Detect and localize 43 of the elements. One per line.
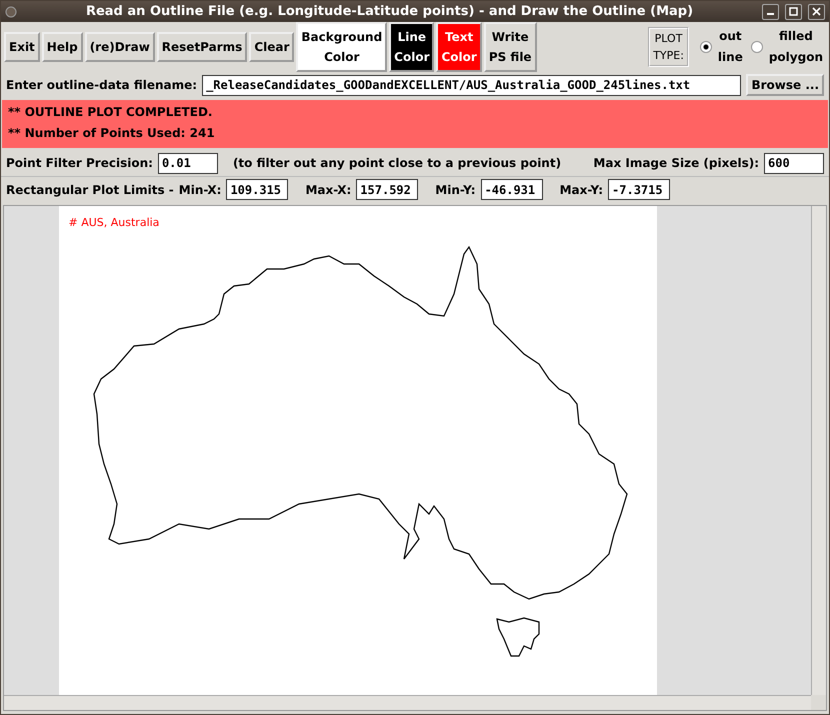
radio-button[interactable] xyxy=(750,41,763,53)
limit-field[interactable]: -7.3715 xyxy=(608,179,670,200)
browse-button[interactable]: Browse ... xyxy=(746,74,824,96)
precision-field[interactable]: 0.01 xyxy=(158,152,218,174)
limit-field[interactable]: 157.592 xyxy=(356,179,418,200)
plot-limits-label: Rectangular Plot Limits - xyxy=(6,182,174,196)
map-caption: # AUS, Australia xyxy=(68,216,160,229)
close-button[interactable] xyxy=(808,4,825,20)
color-button[interactable]: Line Color xyxy=(389,22,434,72)
filter-note: (to filter out any point close to a previous point) xyxy=(232,156,562,170)
limit-label: Min-Y: xyxy=(435,182,476,196)
color-button[interactable]: Text Color xyxy=(436,22,482,72)
window-menu-icon[interactable] xyxy=(5,6,17,18)
limit-field[interactable]: -46.931 xyxy=(480,179,543,200)
window-title: Read an Outline File (e.g. Longitude-Latitude points) - and Draw the Outline (Map) xyxy=(84,4,694,19)
maximize-button[interactable] xyxy=(785,4,802,20)
toolbar-button[interactable]: ResetParms xyxy=(156,32,248,62)
limit-label: Min-X: xyxy=(178,182,222,196)
status-message: ** OUTLINE PLOT COMPLETED. xyxy=(8,104,214,121)
image-size-label: Max Image Size (pixels): xyxy=(593,156,759,170)
vertical-scrollbar[interactable] xyxy=(811,206,826,695)
toolbar-button[interactable]: Exit xyxy=(4,32,40,62)
image-size-field[interactable]: 600 xyxy=(764,152,824,174)
toolbar-button[interactable]: Write PS file xyxy=(484,22,537,72)
status-message: ** Number of Points Used: 241 xyxy=(8,125,216,142)
maximize-icon xyxy=(789,7,798,16)
limit-field[interactable]: 109.315 xyxy=(226,179,288,200)
toolbar-button[interactable]: Help xyxy=(42,32,83,62)
filename-label: Enter outline-data filename: xyxy=(6,78,198,92)
color-button[interactable]: Background Color xyxy=(296,22,388,72)
limit-label: Max-X: xyxy=(305,182,352,196)
plot-type-label: PLOT TYPE: xyxy=(648,27,689,67)
horizontal-scrollbar[interactable] xyxy=(4,695,811,710)
radio-button[interactable] xyxy=(700,41,712,53)
filename-field[interactable]: _ReleaseCandidates_GOODandEXCELLENT/AUS_Australia_GOOD_245lines.txt xyxy=(202,74,742,96)
close-icon xyxy=(812,7,821,16)
radio-label[interactable]: filled polygon xyxy=(768,26,823,68)
toolbar-button[interactable]: Clear xyxy=(249,32,294,62)
minimize-button[interactable] xyxy=(762,4,779,20)
precision-label: Point Filter Precision: xyxy=(6,156,153,170)
toolbar-button[interactable]: (re)Draw xyxy=(84,32,155,62)
radio-label[interactable]: out line xyxy=(718,26,743,68)
limit-label: Max-Y: xyxy=(560,182,604,196)
